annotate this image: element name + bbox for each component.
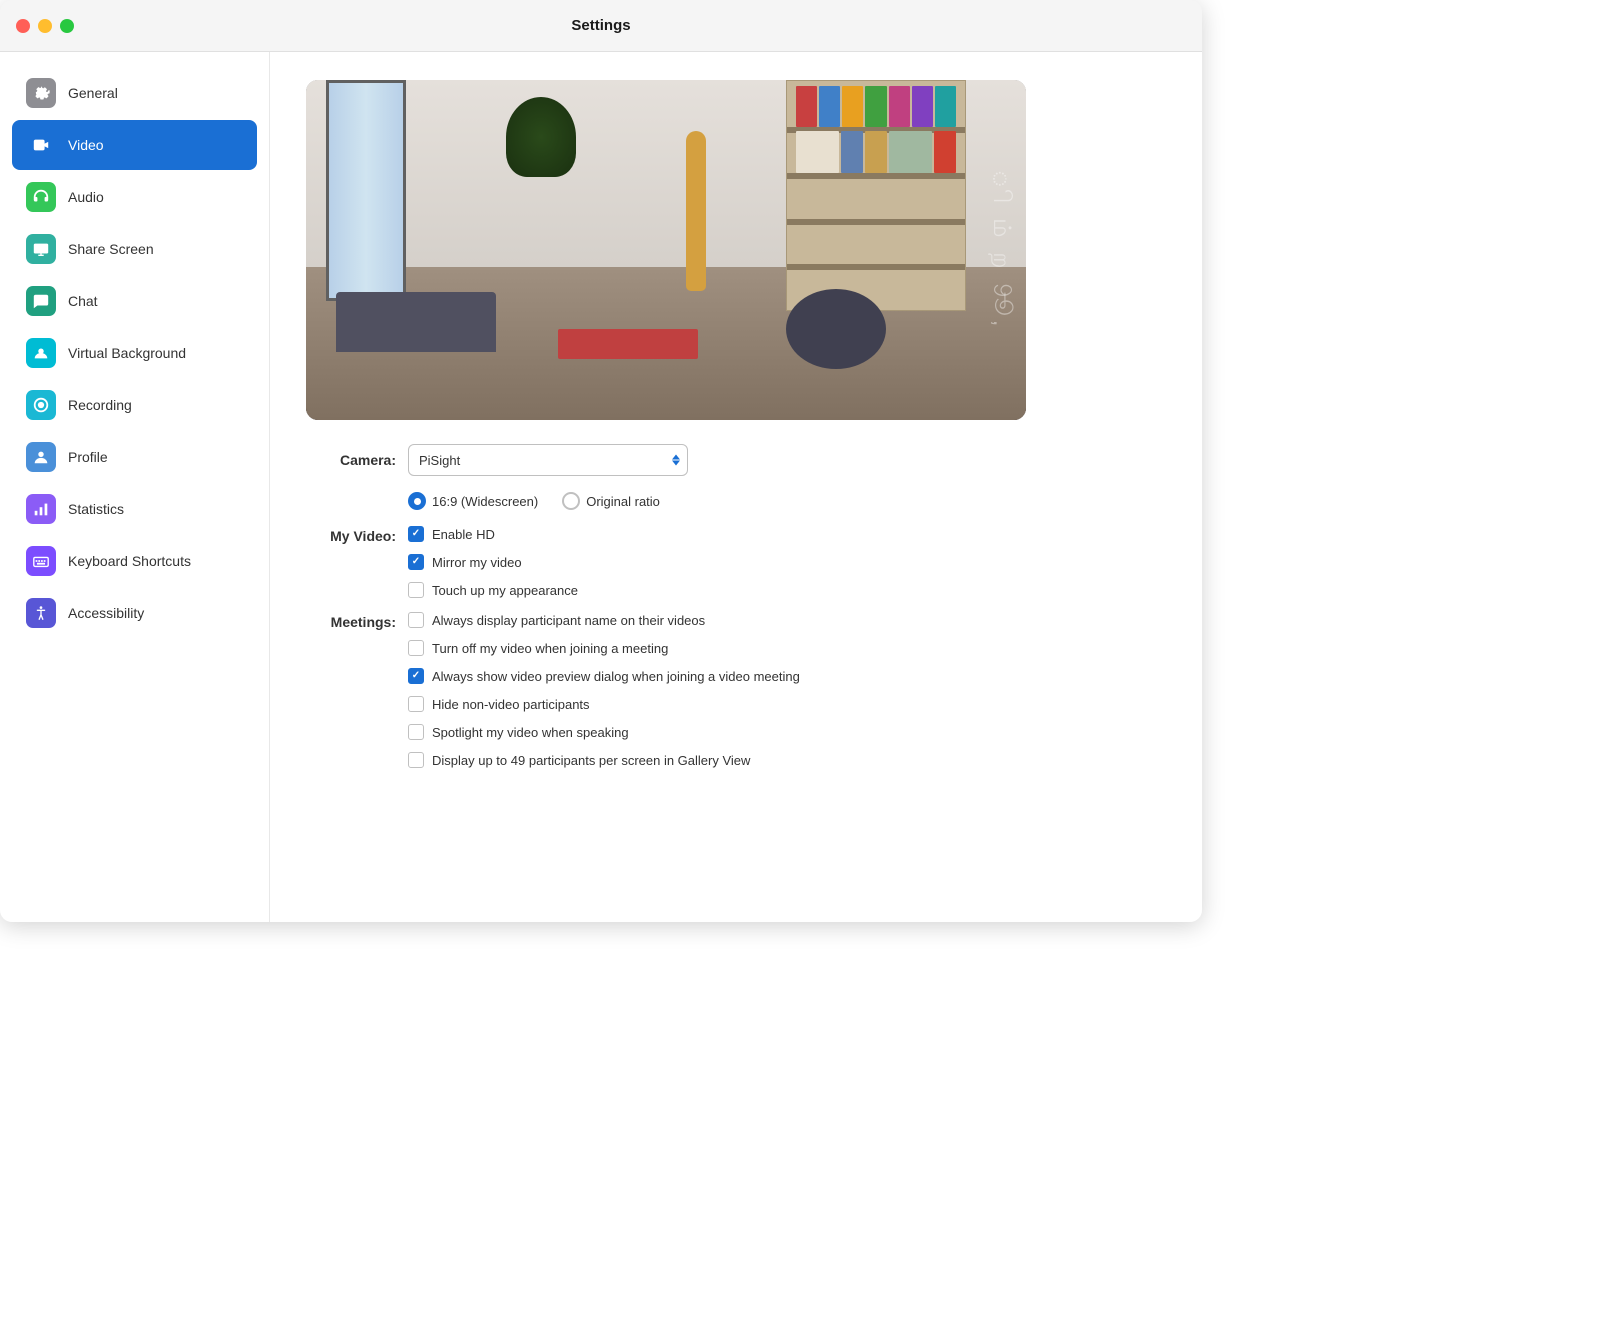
checkbox-hide-non-video-box [408, 696, 424, 712]
camera-preview: ி ம் ற 9ூ, [306, 80, 1026, 420]
meetings-checkboxes: Always display participant name on their… [408, 612, 800, 768]
checkbox-display-name-label: Always display participant name on their… [432, 613, 705, 628]
content-area: General Video Audio Sha [0, 52, 1202, 922]
checkbox-mirror-video-label: Mirror my video [432, 555, 522, 570]
minimize-button[interactable] [38, 19, 52, 33]
sidebar-item-keyboard-shortcuts[interactable]: Keyboard Shortcuts [12, 536, 257, 586]
checkbox-enable-hd-label: Enable HD [432, 527, 495, 542]
checkbox-turn-off-video-box [408, 640, 424, 656]
checkbox-video-preview-label: Always show video preview dialog when jo… [432, 669, 800, 684]
sidebar-item-accessibility[interactable]: Accessibility [12, 588, 257, 638]
gear-icon [26, 78, 56, 108]
my-video-section: My Video: Enable HD Mirror my video Touc… [306, 526, 1166, 598]
checkbox-touch-up[interactable]: Touch up my appearance [408, 582, 578, 598]
checkbox-hide-non-video[interactable]: Hide non-video participants [408, 696, 800, 712]
radio-widescreen[interactable]: 16:9 (Widescreen) [408, 492, 538, 510]
checkbox-mirror-video[interactable]: Mirror my video [408, 554, 578, 570]
room-background: ி ம் ற 9ூ, [306, 80, 1026, 420]
checkbox-video-preview[interactable]: Always show video preview dialog when jo… [408, 668, 800, 684]
profile-icon [26, 442, 56, 472]
checkbox-display-name-box [408, 612, 424, 628]
sidebar-item-recording[interactable]: Recording [12, 380, 257, 430]
settings-window: Settings General Video [0, 0, 1202, 922]
radio-widescreen-circle [408, 492, 426, 510]
video-icon [26, 130, 56, 160]
sidebar-label-video: Video [68, 137, 104, 153]
checkbox-touch-up-label: Touch up my appearance [432, 583, 578, 598]
meetings-label: Meetings: [306, 612, 396, 630]
sidebar-label-accessibility: Accessibility [68, 605, 144, 621]
sidebar-label-keyboard-shortcuts: Keyboard Shortcuts [68, 553, 191, 569]
sidebar-item-profile[interactable]: Profile [12, 432, 257, 482]
sidebar-label-profile: Profile [68, 449, 108, 465]
sidebar-item-share-screen[interactable]: Share Screen [12, 224, 257, 274]
sidebar-item-statistics[interactable]: Statistics [12, 484, 257, 534]
radio-original[interactable]: Original ratio [562, 492, 660, 510]
checkbox-touch-up-box [408, 582, 424, 598]
recording-icon [26, 390, 56, 420]
my-video-label: My Video: [306, 526, 396, 544]
sidebar-label-share-screen: Share Screen [68, 241, 154, 257]
checkbox-spotlight[interactable]: Spotlight my video when speaking [408, 724, 800, 740]
sidebar-label-virtual-background: Virtual Background [68, 345, 186, 361]
checkbox-hide-non-video-label: Hide non-video participants [432, 697, 590, 712]
camera-label: Camera: [306, 452, 396, 468]
sidebar-label-general: General [68, 85, 118, 101]
sidebar-item-audio[interactable]: Audio [12, 172, 257, 222]
my-video-checkboxes: Enable HD Mirror my video Touch up my ap… [408, 526, 578, 598]
checkbox-spotlight-box [408, 724, 424, 740]
camera-select-wrapper[interactable]: PiSight FaceTime HD Camera Virtual Camer… [408, 444, 688, 476]
checkbox-video-preview-box [408, 668, 424, 684]
virtual-bg-icon [26, 338, 56, 368]
camera-overlay: ி ம் ற 9ூ, [987, 170, 1016, 331]
sidebar: General Video Audio Sha [0, 52, 270, 922]
share-screen-icon [26, 234, 56, 264]
checkbox-enable-hd[interactable]: Enable HD [408, 526, 578, 542]
checkbox-display-name[interactable]: Always display participant name on their… [408, 612, 800, 628]
accessibility-icon [26, 598, 56, 628]
sidebar-item-video[interactable]: Video [12, 120, 257, 170]
sidebar-label-chat: Chat [68, 293, 98, 309]
camera-row: Camera: PiSight FaceTime HD Camera Virtu… [306, 444, 1166, 476]
titlebar: Settings [0, 0, 1202, 52]
meetings-section: Meetings: Always display participant nam… [306, 612, 1166, 768]
checkbox-49-participants[interactable]: Display up to 49 participants per screen… [408, 752, 800, 768]
close-button[interactable] [16, 19, 30, 33]
checkbox-turn-off-video-label: Turn off my video when joining a meeting [432, 641, 668, 656]
sidebar-item-general[interactable]: General [12, 68, 257, 118]
checkbox-turn-off-video[interactable]: Turn off my video when joining a meeting [408, 640, 800, 656]
chat-icon [26, 286, 56, 316]
checkbox-49-participants-label: Display up to 49 participants per screen… [432, 753, 750, 768]
window-title: Settings [571, 17, 630, 34]
checkbox-mirror-video-box [408, 554, 424, 570]
checkbox-spotlight-label: Spotlight my video when speaking [432, 725, 629, 740]
sidebar-item-virtual-background[interactable]: Virtual Background [12, 328, 257, 378]
aspect-ratio-row: 16:9 (Widescreen) Original ratio [306, 492, 1166, 510]
radio-original-circle [562, 492, 580, 510]
sidebar-label-statistics: Statistics [68, 501, 124, 517]
window-controls [16, 19, 74, 33]
aspect-ratio-group: 16:9 (Widescreen) Original ratio [408, 492, 660, 510]
maximize-button[interactable] [60, 19, 74, 33]
checkbox-enable-hd-box [408, 526, 424, 542]
headphones-icon [26, 182, 56, 212]
checkbox-49-participants-box [408, 752, 424, 768]
main-content: ி ம் ற 9ூ, Camera: PiSight FaceTime HD C… [270, 52, 1202, 922]
sidebar-label-recording: Recording [68, 397, 132, 413]
sidebar-label-audio: Audio [68, 189, 104, 205]
camera-select[interactable]: PiSight FaceTime HD Camera Virtual Camer… [408, 444, 688, 476]
radio-widescreen-label: 16:9 (Widescreen) [432, 494, 538, 509]
sidebar-item-chat[interactable]: Chat [12, 276, 257, 326]
statistics-icon [26, 494, 56, 524]
radio-original-label: Original ratio [586, 494, 660, 509]
keyboard-icon [26, 546, 56, 576]
